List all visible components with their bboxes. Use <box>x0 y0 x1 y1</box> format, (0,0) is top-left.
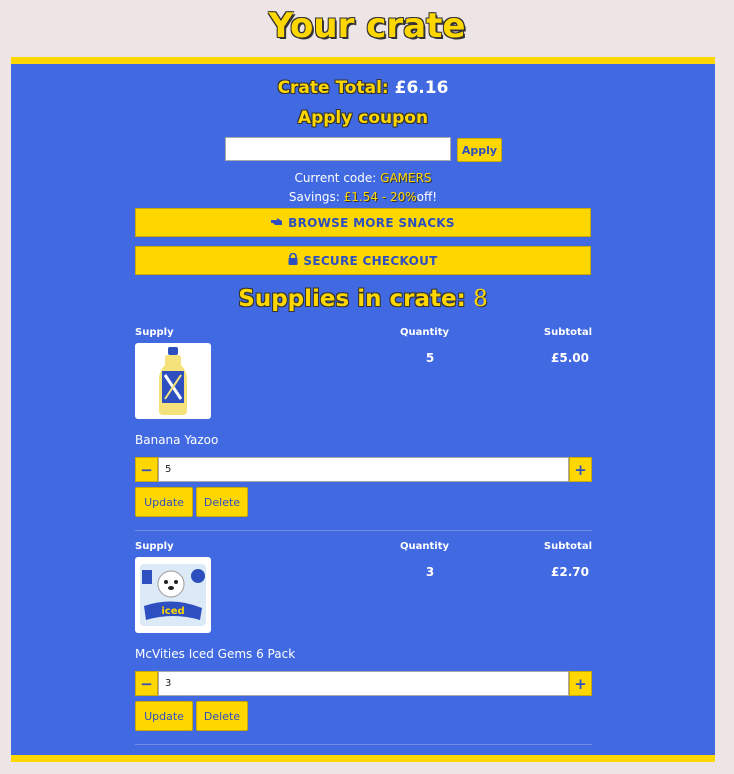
crate-total: Crate Total: £6.16 <box>11 78 715 98</box>
supplies-heading: Supplies in crate: 8 <box>11 286 715 312</box>
item-divider <box>135 744 592 745</box>
plus-icon[interactable]: + <box>569 671 592 696</box>
product-image[interactable] <box>135 343 211 419</box>
secure-checkout-label: SECURE CHECKOUT <box>303 253 438 268</box>
item-divider <box>135 530 592 531</box>
product-image[interactable]: iced <box>135 557 211 633</box>
update-button[interactable]: Update <box>135 487 193 517</box>
supplies-label: Supplies in crate: <box>238 286 466 312</box>
pointing-hand-icon <box>271 216 283 230</box>
plus-icon[interactable]: + <box>569 457 592 482</box>
delete-button[interactable]: Delete <box>196 487 248 517</box>
crate-total-label: Crate Total: <box>277 78 389 98</box>
subtotal-column-header: Subtotal <box>543 541 592 552</box>
quantity-column-header: Quantity <box>400 327 449 338</box>
item-quantity: 3 <box>425 565 435 579</box>
crate-panel: Crate Total: £6.16 Apply coupon Apply Cu… <box>11 57 715 762</box>
current-code-label: Current code: <box>294 171 377 185</box>
savings-label: Savings: <box>288 190 340 204</box>
current-code: Current code: GAMERS <box>11 171 715 185</box>
current-code-value: GAMERS <box>380 171 432 185</box>
quantity-stepper: − 5 + <box>135 457 592 482</box>
coupon-heading: Apply coupon <box>297 108 429 128</box>
lock-icon <box>288 252 298 268</box>
delete-button[interactable]: Delete <box>196 701 248 731</box>
coupon-input[interactable] <box>225 137 451 161</box>
secure-checkout-button[interactable]: SECURE CHECKOUT <box>135 246 591 275</box>
browse-more-snacks-button[interactable]: BROWSE MORE SNACKS <box>135 208 591 237</box>
savings: Savings: £1.54 - 20%off! <box>11 190 715 204</box>
quantity-column-header: Quantity <box>400 541 449 552</box>
apply-coupon-button[interactable]: Apply <box>457 138 502 162</box>
savings-suffix: off! <box>416 190 438 204</box>
supplies-count: 8 <box>473 286 488 312</box>
update-button[interactable]: Update <box>135 701 193 731</box>
savings-value: £1.54 - 20% <box>343 190 417 204</box>
item-name[interactable]: Banana Yazoo <box>135 433 218 447</box>
browse-more-snacks-label: BROWSE MORE SNACKS <box>288 215 455 230</box>
quantity-stepper: − 3 + <box>135 671 592 696</box>
svg-text:iced: iced <box>161 606 184 617</box>
subtotal-column-header: Subtotal <box>543 327 592 338</box>
page-title: Your crate <box>268 6 466 46</box>
quantity-input[interactable]: 5 <box>158 457 569 482</box>
supply-column-header: Supply <box>135 327 174 338</box>
minus-icon[interactable]: − <box>135 457 158 482</box>
item-subtotal: £5.00 <box>551 351 589 365</box>
supply-column-header: Supply <box>135 541 174 552</box>
item-quantity: 5 <box>425 351 435 365</box>
quantity-input[interactable]: 3 <box>158 671 569 696</box>
crate-total-value: £6.16 <box>394 78 449 98</box>
item-name[interactable]: McVities Iced Gems 6 Pack <box>135 647 295 661</box>
item-subtotal: £2.70 <box>551 565 589 579</box>
minus-icon[interactable]: − <box>135 671 158 696</box>
